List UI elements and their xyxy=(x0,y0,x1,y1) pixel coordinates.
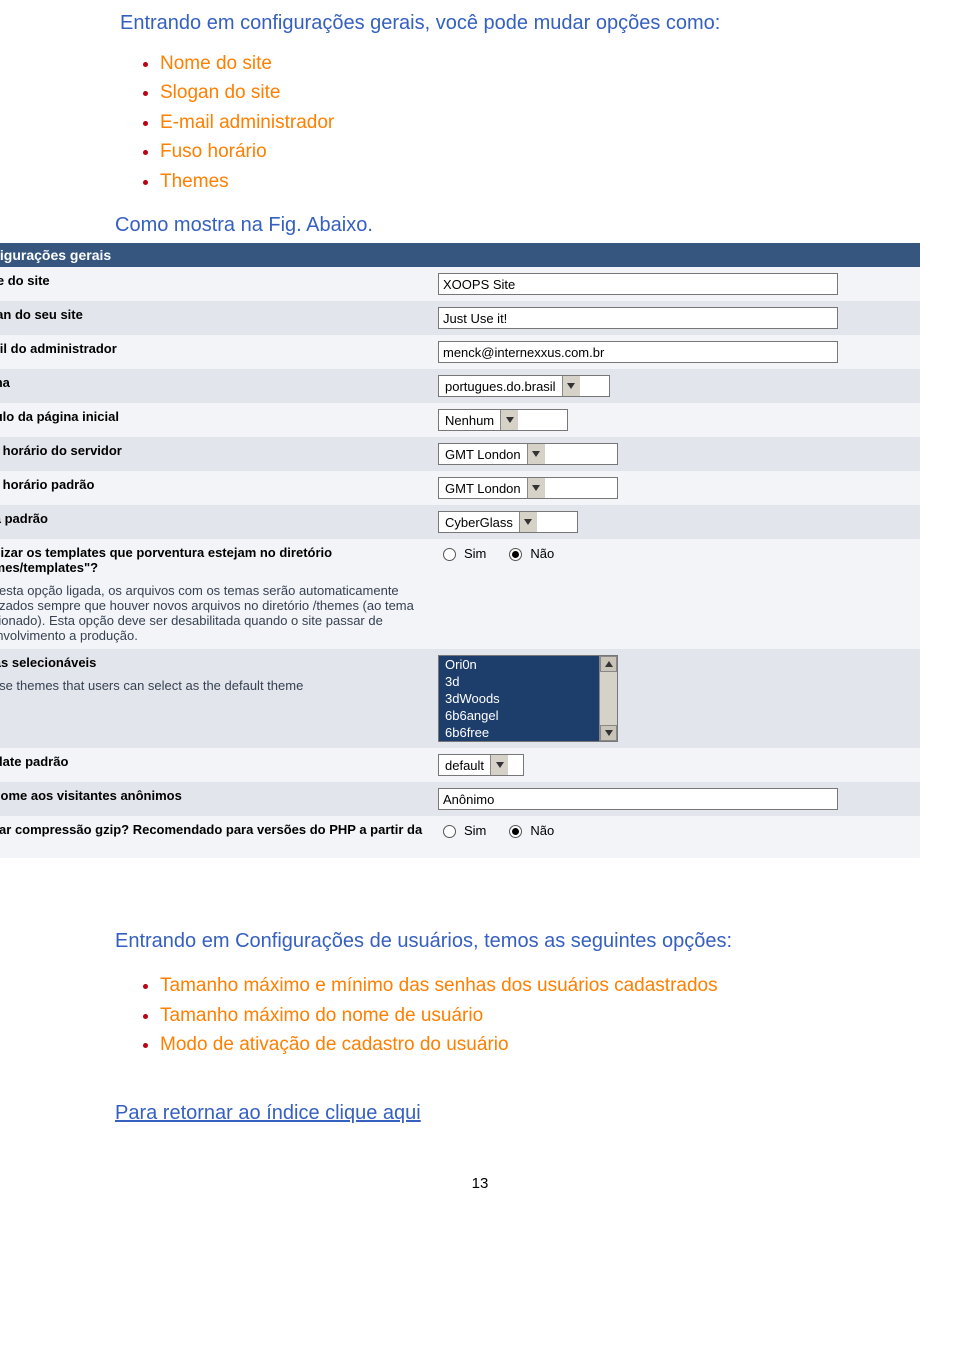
row-language: Idioma portugues.do.brasil xyxy=(0,369,920,403)
row-anon-name: Um nome aos visitantes anônimos xyxy=(0,782,920,816)
figure-caption: Como mostra na Fig. Abaixo. xyxy=(40,214,920,237)
theme-select[interactable]: CyberGlass xyxy=(438,511,578,533)
help-selectable-themes: Choose themes that users can select as t… xyxy=(0,678,428,693)
row-default-tz: Fuso horário padrão GMT London xyxy=(0,471,920,505)
chevron-down-icon xyxy=(519,512,537,532)
label-update-templates: Atualizar os templates que porventura es… xyxy=(0,545,438,643)
users-heading: Entrando em Configurações de usuários, t… xyxy=(40,930,920,953)
list-item: Nome do site xyxy=(160,49,920,78)
slogan-input[interactable] xyxy=(438,307,838,329)
list-item: Fuso horário xyxy=(160,137,920,166)
radio-no[interactable]: Não xyxy=(504,822,554,838)
update-templates-radios: Sim Não xyxy=(438,545,912,561)
row-slogan: Slogan do seu site xyxy=(0,301,920,335)
template-set-select[interactable]: default xyxy=(438,754,524,776)
label-language: Idioma xyxy=(0,375,438,390)
row-server-tz: Fuso horário do servidor GMT London xyxy=(0,437,920,471)
site-name-input[interactable] xyxy=(438,273,838,295)
chevron-down-icon xyxy=(527,444,545,464)
list-item[interactable]: 6b6free xyxy=(439,724,599,741)
radio-no[interactable]: Não xyxy=(504,545,554,561)
row-email: E-mail do administrador xyxy=(0,335,920,369)
list-item: Tamanho máximo do nome de usuário xyxy=(160,1001,920,1030)
server-tz-select[interactable]: GMT London xyxy=(438,443,618,465)
row-gzip: Utilizar compressão gzip? Recomendado pa… xyxy=(0,816,920,858)
label-template-set: template padrão xyxy=(0,754,438,769)
general-settings-form: Configurações gerais Nome do site Slogan… xyxy=(0,243,920,858)
selectable-themes-list[interactable]: Ori0n 3d 3dWoods 6b6angel 6b6free xyxy=(438,655,618,742)
chevron-down-icon xyxy=(490,755,508,775)
label-slogan: Slogan do seu site xyxy=(0,307,438,322)
help-update-templates: Com esta opção ligada, os arquivos com o… xyxy=(0,583,428,643)
label-gzip: Utilizar compressão gzip? Recomendado pa… xyxy=(0,822,438,852)
chevron-down-icon[interactable] xyxy=(600,725,617,741)
list-item[interactable]: 3dWoods xyxy=(439,690,599,707)
label-server-tz: Fuso horário do servidor xyxy=(0,443,438,458)
list-item: Slogan do site xyxy=(160,78,920,107)
page-number: 13 xyxy=(40,1175,920,1212)
row-selectable-themes: Temas selecionáveis Choose themes that u… xyxy=(0,649,920,748)
label-anon-name: Um nome aos visitantes anônimos xyxy=(0,788,438,803)
intro-heading: Entrando em configurações gerais, você p… xyxy=(40,12,920,35)
chevron-up-icon[interactable] xyxy=(600,656,617,672)
radio-yes[interactable]: Sim xyxy=(438,545,486,561)
scrollbar[interactable] xyxy=(599,656,617,741)
label-selectable-themes: Temas selecionáveis Choose themes that u… xyxy=(0,655,438,693)
row-site-name: Nome do site xyxy=(0,267,920,301)
email-input[interactable] xyxy=(438,341,838,363)
list-item[interactable]: Ori0n xyxy=(439,656,599,673)
radio-yes[interactable]: Sim xyxy=(438,822,486,838)
chevron-down-icon xyxy=(562,376,580,396)
intro-list: Nome do site Slogan do site E-mail admin… xyxy=(40,49,920,196)
chevron-down-icon xyxy=(527,478,545,498)
list-item[interactable]: 3d xyxy=(439,673,599,690)
label-start-module: Módulo da página inicial xyxy=(0,409,438,424)
list-item: Modo de ativação de cadastro do usuário xyxy=(160,1030,920,1059)
list-item: E-mail administrador xyxy=(160,108,920,137)
label-default-tz: Fuso horário padrão xyxy=(0,477,438,492)
language-select[interactable]: portugues.do.brasil xyxy=(438,375,610,397)
row-update-templates: Atualizar os templates que porventura es… xyxy=(0,539,920,649)
row-template-set: template padrão default xyxy=(0,748,920,782)
default-tz-select[interactable]: GMT London xyxy=(438,477,618,499)
anon-name-input[interactable] xyxy=(438,788,838,810)
label-theme: Tema padrão xyxy=(0,511,438,526)
form-header: Configurações gerais xyxy=(0,243,920,267)
label-email: E-mail do administrador xyxy=(0,341,438,356)
users-list: Tamanho máximo e mínimo das senhas dos u… xyxy=(40,971,920,1059)
return-to-index-link[interactable]: Para retornar ao índice clique aqui xyxy=(40,1102,421,1125)
label-site-name: Nome do site xyxy=(0,273,438,288)
list-item: Tamanho máximo e mínimo das senhas dos u… xyxy=(160,971,920,1000)
chevron-down-icon xyxy=(500,410,518,430)
list-item[interactable]: 6b6angel xyxy=(439,707,599,724)
row-theme: Tema padrão CyberGlass xyxy=(0,505,920,539)
start-module-select[interactable]: Nenhum xyxy=(438,409,568,431)
row-start-module: Módulo da página inicial Nenhum xyxy=(0,403,920,437)
list-item: Themes xyxy=(160,167,920,196)
gzip-radios: Sim Não xyxy=(438,822,912,838)
